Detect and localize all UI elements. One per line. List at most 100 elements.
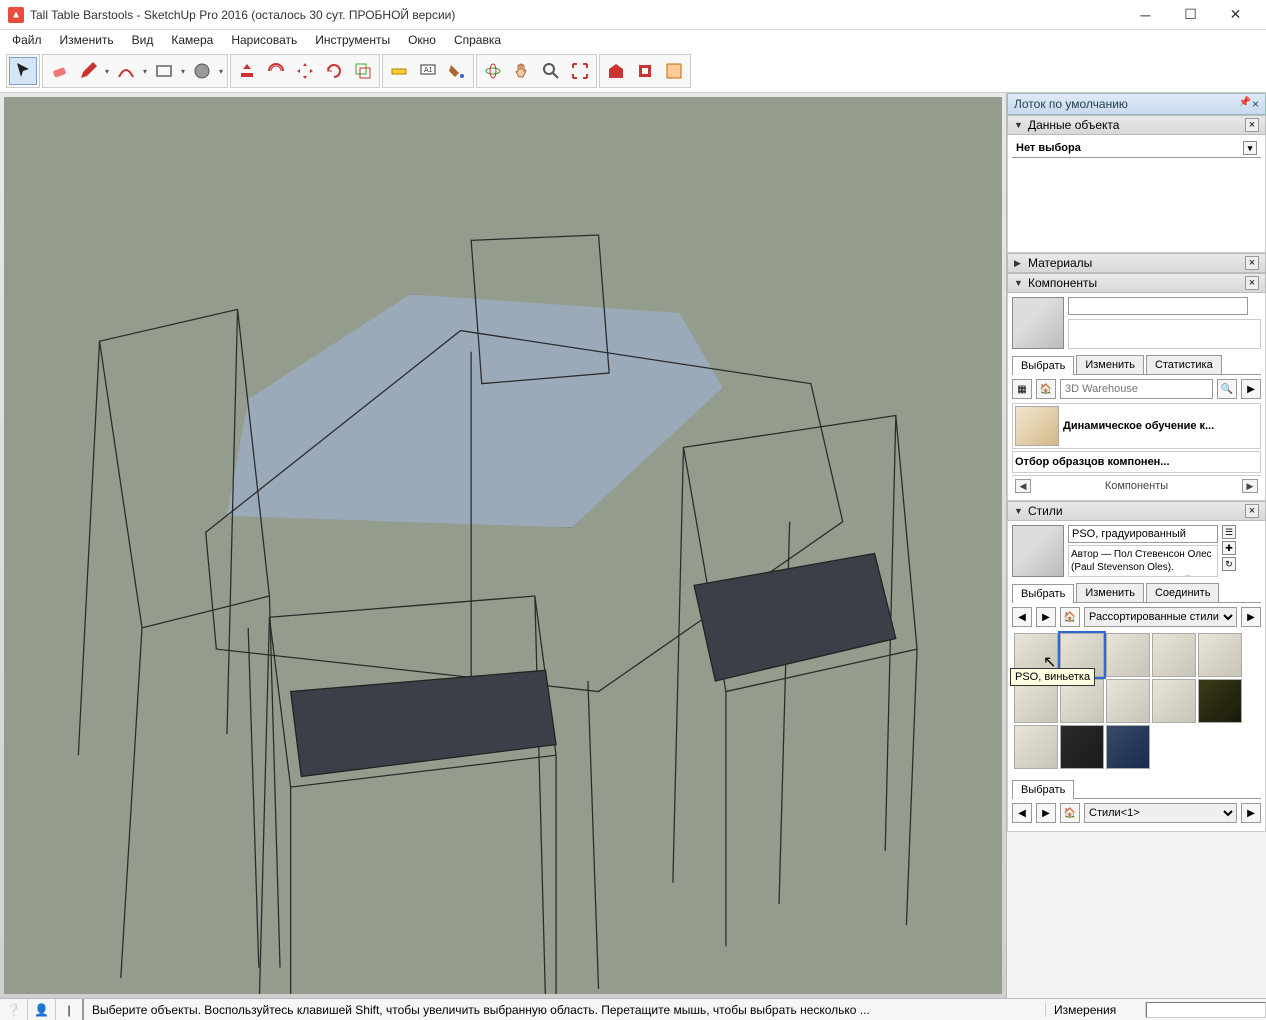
pan-tool[interactable]	[508, 57, 536, 85]
next-button[interactable]: ▶	[1242, 479, 1258, 493]
nav-fwd-button[interactable]: ▶	[1241, 379, 1261, 399]
search-input[interactable]	[1060, 379, 1213, 399]
layout-tool[interactable]	[660, 57, 688, 85]
collection-dynamic[interactable]: Динамическое обучение к...	[1012, 403, 1261, 449]
details-button[interactable]: ▶	[1241, 607, 1261, 627]
style-name-field[interactable]	[1068, 525, 1218, 543]
tab-select[interactable]: Выбрать	[1012, 356, 1074, 375]
tape-tool[interactable]	[385, 57, 413, 85]
style-swatch[interactable]	[1014, 725, 1058, 769]
tab-edit[interactable]: Изменить	[1076, 583, 1144, 602]
style-swatch[interactable]	[1106, 633, 1150, 677]
display-options-button[interactable]: ☰	[1222, 525, 1236, 539]
component-thumbnail[interactable]	[1012, 297, 1064, 349]
paint-tool[interactable]	[443, 57, 471, 85]
panel-styles-header[interactable]: ▼ Стили ×	[1007, 501, 1266, 521]
panel-close[interactable]: ×	[1245, 276, 1259, 290]
home-button[interactable]: 🏠	[1060, 607, 1080, 627]
update-style-button[interactable]: ↻	[1222, 557, 1236, 571]
collection-label: Динамическое обучение к...	[1063, 420, 1258, 432]
menu-edit[interactable]: Изменить	[52, 31, 122, 49]
circle-tool[interactable]	[188, 57, 216, 85]
shape-dropdown[interactable]: ▾	[179, 57, 187, 85]
nav-back-button[interactable]: ◀	[1012, 607, 1032, 627]
tab-edit[interactable]: Изменить	[1076, 355, 1144, 374]
home-button[interactable]: 🏠	[1060, 803, 1080, 823]
tab-select-bottom[interactable]: Выбрать	[1012, 780, 1074, 799]
panel-close[interactable]: ×	[1245, 256, 1259, 270]
style-swatch[interactable]	[1152, 679, 1196, 723]
style-swatch[interactable]	[1060, 725, 1104, 769]
panel-materials-header[interactable]: ▶ Материалы ×	[1007, 253, 1266, 273]
component-desc-field[interactable]	[1068, 319, 1261, 349]
collection-samples[interactable]: Отбор образцов компонен...	[1012, 451, 1261, 473]
style-swatch[interactable]	[1198, 633, 1242, 677]
panel-entity-info-header[interactable]: ▼ Данные объекта ×	[1007, 115, 1266, 135]
prev-button[interactable]: ◀	[1015, 479, 1031, 493]
panel-close[interactable]: ×	[1245, 504, 1259, 518]
details-button[interactable]: ▶	[1241, 803, 1261, 823]
status-message: Выберите объекты. Воспользуйтесь клавише…	[84, 1003, 1046, 1017]
nav-fwd-button[interactable]: ▶	[1036, 803, 1056, 823]
menu-window[interactable]: Окно	[400, 31, 444, 49]
zoom-tool[interactable]	[537, 57, 565, 85]
measurements-field[interactable]	[1146, 1002, 1266, 1018]
create-style-button[interactable]: ✚	[1222, 541, 1236, 555]
menu-draw[interactable]: Нарисовать	[223, 31, 305, 49]
viewport[interactable]	[0, 93, 1006, 998]
scale-tool[interactable]	[349, 57, 377, 85]
menu-help[interactable]: Справка	[446, 31, 509, 49]
component-name-field[interactable]	[1068, 297, 1248, 315]
menu-tools[interactable]: Инструменты	[307, 31, 398, 49]
expand-icon[interactable]: ▾	[1243, 141, 1257, 155]
tab-select[interactable]: Выбрать	[1012, 584, 1074, 603]
style-swatch[interactable]	[1106, 725, 1150, 769]
style-thumbnail[interactable]	[1012, 525, 1064, 577]
minimize-button[interactable]: ─	[1123, 1, 1168, 29]
menu-view[interactable]: Вид	[124, 31, 162, 49]
text-tool[interactable]: A1	[414, 57, 442, 85]
maximize-button[interactable]: ☐	[1168, 1, 1213, 29]
rectangle-tool[interactable]	[150, 57, 178, 85]
nav-fwd-button[interactable]: ▶	[1036, 607, 1056, 627]
nav-back-button[interactable]: ◀	[1012, 803, 1032, 823]
pin-icon[interactable]: 📌	[1238, 97, 1252, 111]
tab-mix[interactable]: Соединить	[1146, 583, 1220, 602]
style-collection-dropdown[interactable]: Рассортированные стили	[1084, 607, 1237, 627]
search-button[interactable]: 🔍	[1217, 379, 1237, 399]
menu-camera[interactable]: Камера	[163, 31, 221, 49]
extension-tool[interactable]	[631, 57, 659, 85]
zoom-extents-tool[interactable]	[566, 57, 594, 85]
materials-label: Материалы	[1028, 256, 1241, 270]
rotate-tool[interactable]	[320, 57, 348, 85]
view-mode-button[interactable]: ▦	[1012, 379, 1032, 399]
orbit-tool[interactable]	[479, 57, 507, 85]
style-swatch[interactable]: PSO, виньетка ↖	[1014, 633, 1058, 677]
window-title: Tall Table Barstools - SketchUp Pro 2016…	[30, 8, 1123, 22]
tray-title[interactable]: Лоток по умолчанию 📌 ×	[1007, 93, 1266, 115]
pencil-dropdown[interactable]: ▾	[103, 57, 111, 85]
close-button[interactable]: ✕	[1213, 1, 1258, 29]
arc-dropdown[interactable]: ▾	[141, 57, 149, 85]
eraser-tool[interactable]	[45, 57, 73, 85]
warehouse-tool[interactable]	[602, 57, 630, 85]
offset-tool[interactable]	[262, 57, 290, 85]
panel-components-header[interactable]: ▼ Компоненты ×	[1007, 273, 1266, 293]
in-model-styles-dropdown[interactable]: Стили<1>	[1084, 803, 1237, 823]
tab-stats[interactable]: Статистика	[1146, 355, 1222, 374]
components-label: Компоненты	[1028, 276, 1241, 290]
tray-close[interactable]: ×	[1252, 97, 1259, 111]
pencil-tool[interactable]	[74, 57, 102, 85]
no-selection-label: Нет выбора	[1016, 142, 1081, 154]
style-swatch[interactable]	[1152, 633, 1196, 677]
move-tool[interactable]	[291, 57, 319, 85]
select-tool[interactable]	[9, 57, 37, 85]
style-swatch[interactable]	[1106, 679, 1150, 723]
panel-close[interactable]: ×	[1245, 118, 1259, 132]
circle-dropdown[interactable]: ▾	[217, 57, 225, 85]
menu-file[interactable]: Файл	[4, 31, 50, 49]
style-swatch[interactable]	[1198, 679, 1242, 723]
pushpull-tool[interactable]	[233, 57, 261, 85]
arc-tool[interactable]	[112, 57, 140, 85]
home-button[interactable]: 🏠	[1036, 379, 1056, 399]
